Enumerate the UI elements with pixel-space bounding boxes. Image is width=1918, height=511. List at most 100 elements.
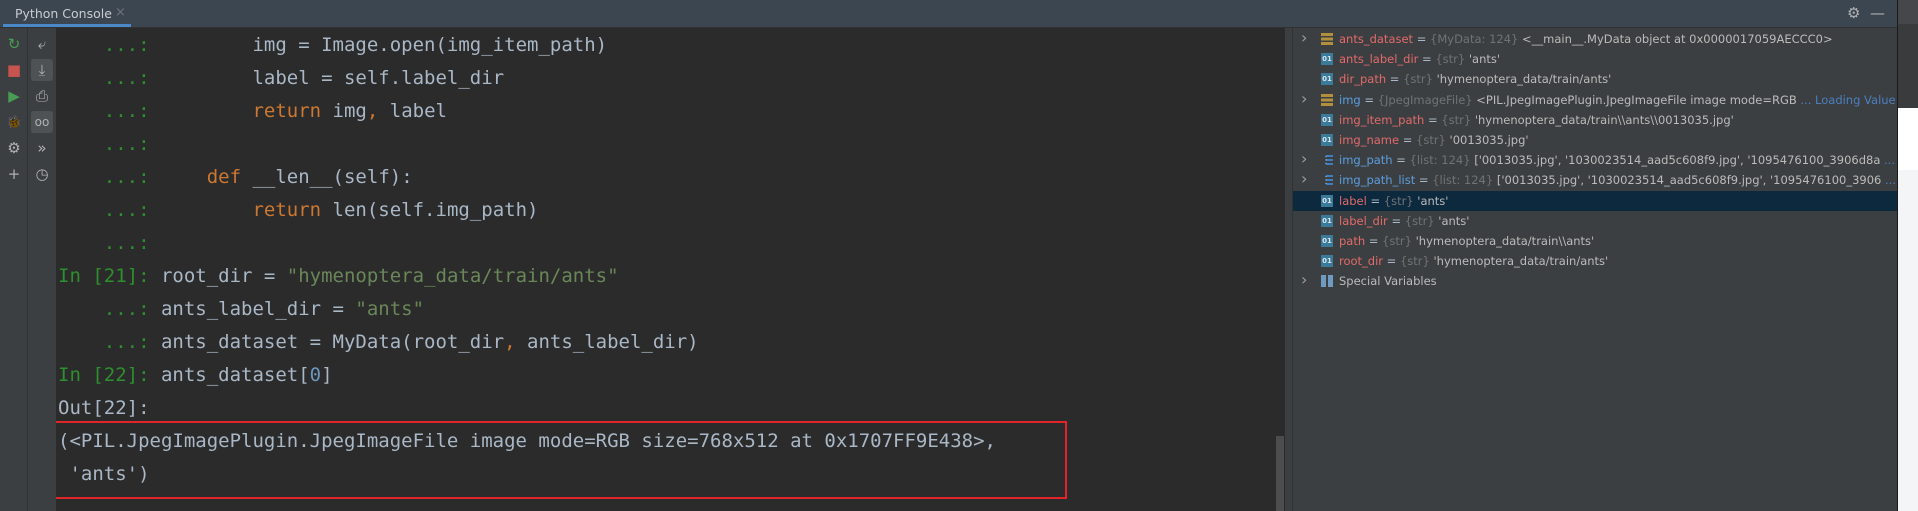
variable-row[interactable]: 01 label_dir = {str} 'ants' bbox=[1293, 211, 1897, 231]
output-line: 'ants') bbox=[58, 458, 150, 491]
console-output[interactable]: ...: img = Image.open(img_item_path) ...… bbox=[56, 28, 1285, 511]
code-token: 'ants') bbox=[58, 463, 150, 485]
view-link[interactable]: ... View bbox=[1880, 153, 1897, 167]
variable-text: ants_label_dir = {str} 'ants' bbox=[1339, 49, 1500, 69]
continuation-line: ...: ants_dataset = MyData(root_dir, ant… bbox=[58, 326, 699, 359]
chevron-right-icon[interactable]: › bbox=[1301, 89, 1307, 109]
variable-text: img_item_path = {str} 'hymenoptera_data/… bbox=[1339, 110, 1734, 130]
code-token: ants_dataset[ bbox=[160, 364, 310, 386]
variable-type: {str} bbox=[1435, 52, 1469, 67]
variable-row[interactable]: 01 img_name = {str} '0013035.jpg' bbox=[1293, 130, 1897, 150]
adjacent-window-titlebar bbox=[1898, 0, 1918, 24]
chevron-right-icon[interactable]: › bbox=[1301, 28, 1307, 48]
string-type-icon: 01 bbox=[1321, 73, 1333, 86]
chevron-right-icon[interactable]: › bbox=[1301, 270, 1307, 290]
view-link[interactable]: ... View bbox=[1881, 173, 1897, 187]
soft-wrap-icon: ⤶ bbox=[37, 35, 47, 53]
code-token: len(self.img_path) bbox=[321, 199, 539, 221]
console-prompt: ...: bbox=[58, 67, 161, 89]
continuation-line: ...: return len(self.img_path) bbox=[58, 194, 539, 227]
execute-history-button[interactable]: » bbox=[31, 137, 53, 159]
view-link[interactable]: ... Loading Value bbox=[1797, 93, 1895, 107]
variable-text: label_dir = {str} 'ants' bbox=[1339, 211, 1469, 231]
continuation-line: ...: img = Image.open(img_item_path) bbox=[58, 29, 607, 62]
variable-text: ants_dataset = {MyData: 124} <__main__.M… bbox=[1339, 29, 1833, 49]
equals-sign: = bbox=[1366, 193, 1384, 208]
rerun-button[interactable]: ↻ bbox=[3, 33, 25, 55]
settings-icon: ⚙ bbox=[7, 139, 21, 157]
variable-value: 'hymenoptera_data/train\\ants' bbox=[1415, 234, 1595, 248]
variable-name: Special Variables bbox=[1339, 274, 1437, 289]
variable-value: 'ants' bbox=[1468, 52, 1501, 67]
python-console-window: Python Console × ⚙ — ↻ ■ ▶ 🐞 ⚙ + ⤶ ⤓ ⎙ oo » ◷ ...:… bbox=[0, 0, 1897, 511]
variable-name: ants_dataset bbox=[1339, 32, 1414, 46]
gear-icon[interactable]: ⚙ bbox=[1847, 4, 1860, 22]
print-button[interactable]: ⎙ bbox=[31, 85, 53, 107]
stop-icon: ■ bbox=[6, 61, 22, 79]
tab-python-console[interactable]: Python Console × bbox=[3, 0, 131, 27]
continuation-line: ...: ants_label_dir = "ants" bbox=[58, 293, 424, 326]
add-button[interactable]: + bbox=[3, 163, 25, 185]
code-token: 0 bbox=[309, 364, 322, 386]
string-type-icon: 01 bbox=[1321, 214, 1333, 227]
settings-button[interactable]: ⚙ bbox=[3, 137, 25, 159]
equals-sign: = bbox=[1383, 254, 1400, 269]
variable-row[interactable]: › ants_dataset = {MyData: 124} <__main__.… bbox=[1293, 28, 1897, 49]
variable-row[interactable]: › img = {JpegImageFile} <PIL.JpegImagePlu… bbox=[1293, 89, 1897, 110]
variable-name: dir_path bbox=[1339, 72, 1387, 87]
variable-row[interactable]: › img_path = {list: 124} ['0013035.jpg', … bbox=[1293, 149, 1897, 171]
minimize-icon[interactable]: — bbox=[1870, 4, 1885, 22]
variable-row[interactable]: 01 dir_path = {str} 'hymenoptera_data/tra… bbox=[1293, 69, 1897, 89]
string-type-icon: 01 bbox=[1321, 53, 1333, 66]
code-token: __len__(self): bbox=[241, 166, 413, 188]
panel-splitter[interactable] bbox=[1285, 28, 1293, 511]
variable-text: img_name = {str} '0013035.jpg' bbox=[1339, 130, 1529, 150]
debug-icon: 🐞 bbox=[6, 115, 22, 129]
execute-button[interactable]: ▶ bbox=[3, 85, 25, 107]
variable-text: img = {JpegImageFile} <PIL.JpegImagePlug… bbox=[1339, 90, 1896, 110]
variable-row[interactable]: › Special Variables bbox=[1293, 270, 1897, 291]
variable-row[interactable]: 01 label = {str} 'ants' bbox=[1293, 190, 1897, 211]
variable-row[interactable]: › img_path_list = {list: 124} ['0013035.j… bbox=[1293, 169, 1897, 191]
continuation-line: ...: bbox=[58, 227, 161, 260]
code-token: ants_dataset = MyData(root_dir bbox=[160, 331, 505, 353]
variable-type: {MyData: 124} bbox=[1430, 32, 1522, 46]
variable-name: img_path_list bbox=[1339, 173, 1416, 188]
input-line: In [22]: ants_dataset[0] bbox=[58, 359, 333, 392]
chevron-right-icon[interactable]: › bbox=[1301, 149, 1307, 169]
close-icon[interactable]: × bbox=[115, 5, 126, 20]
variable-row[interactable]: 01 root_dir = {str} 'hymenoptera_data/tra… bbox=[1293, 251, 1897, 271]
variable-row[interactable]: 01 ants_label_dir = {str} 'ants' bbox=[1293, 49, 1897, 69]
console-prompt: ...: bbox=[58, 298, 161, 320]
console-scrollbar-thumb[interactable] bbox=[1276, 436, 1284, 511]
history-button[interactable]: ◷ bbox=[31, 163, 53, 185]
console-prompt: In [21]: bbox=[58, 265, 161, 287]
variable-name: label bbox=[1339, 193, 1367, 208]
equals-sign: = bbox=[1360, 92, 1378, 107]
variable-text: path = {str} 'hymenoptera_data/train\\an… bbox=[1339, 231, 1594, 251]
variable-name: root_dir bbox=[1339, 254, 1384, 269]
variable-text: label = {str} 'ants' bbox=[1339, 191, 1448, 211]
console-prompt: ...: bbox=[58, 331, 161, 353]
soft-wrap-button[interactable]: ⤶ bbox=[31, 33, 53, 55]
object-type-icon bbox=[1321, 33, 1333, 45]
show-variables-button[interactable]: oo bbox=[31, 111, 53, 133]
continuation-line: ...: bbox=[58, 128, 161, 161]
variable-text: dir_path = {str} 'hymenoptera_data/train… bbox=[1339, 69, 1611, 89]
variable-type: {str} bbox=[1383, 193, 1418, 208]
adjacent-window bbox=[1897, 0, 1918, 511]
stop-button[interactable]: ■ bbox=[3, 59, 25, 81]
variable-row[interactable]: 01 path = {str} 'hymenoptera_data/train\\… bbox=[1293, 231, 1897, 251]
variable-value: 'ants' bbox=[1417, 193, 1449, 208]
code-token: ] bbox=[321, 364, 333, 386]
scroll-to-end-button[interactable]: ⤓ bbox=[31, 59, 53, 81]
variable-type: {str} bbox=[1403, 72, 1437, 87]
variable-row[interactable]: 01 img_item_path = {str} 'hymenoptera_dat… bbox=[1293, 110, 1897, 130]
variable-value: ['0013035.jpg', '1030023514_aad5c608f9.j… bbox=[1474, 153, 1881, 168]
code-token: ants_label_dir) bbox=[515, 331, 699, 353]
code-token: "hymenoptera_data/train/ants" bbox=[286, 265, 619, 287]
chevron-right-icon[interactable]: › bbox=[1301, 169, 1307, 189]
debug-button[interactable]: 🐞 bbox=[3, 111, 25, 133]
equals-sign: = bbox=[1413, 32, 1431, 46]
